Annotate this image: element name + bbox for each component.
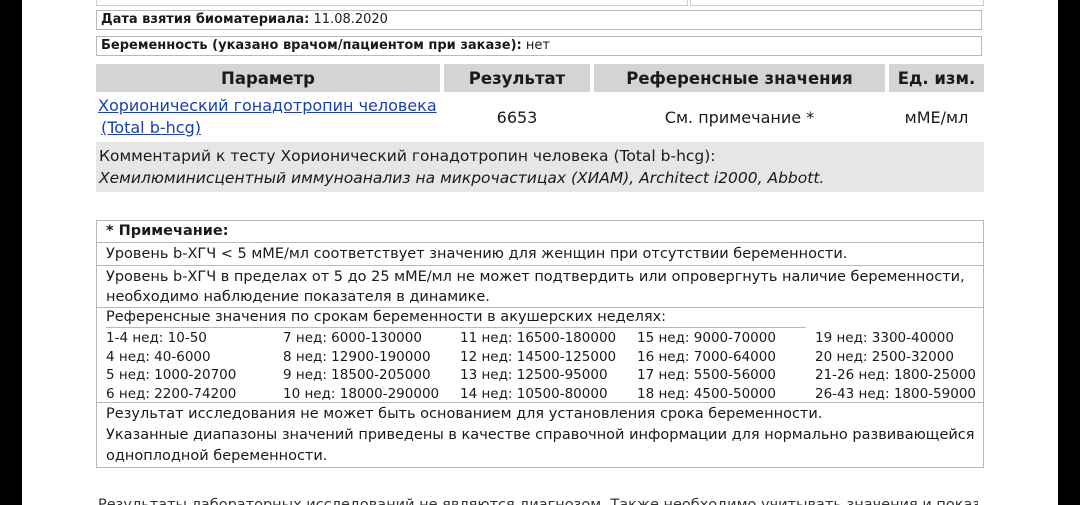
sample-date-label: Дата взятия биоматериала: bbox=[101, 12, 310, 27]
top-cell-stub bbox=[690, 0, 984, 6]
week-range: 11 нед: 16500-180000 bbox=[460, 330, 617, 346]
weeks-reference-block: Референсные значения по срокам беременно… bbox=[97, 308, 983, 403]
sample-date-value: 11.08.2020 bbox=[313, 12, 388, 27]
note-footer: Результат исследования не может быть осн… bbox=[97, 403, 983, 467]
week-range: 17 нед: 5500-56000 bbox=[637, 367, 776, 383]
week-range: 20 нед: 2500-32000 bbox=[815, 348, 954, 365]
week-range: 6 нед: 2200-74200 bbox=[106, 385, 237, 402]
week-range: 21-26 нед: 1800-25000 bbox=[815, 367, 976, 383]
note-box: * Примечание: Уровень b-ХГЧ < 5 мМЕ/мл с… bbox=[96, 220, 984, 468]
note-line-2b: необходимо наблюдение показателя в динам… bbox=[106, 289, 490, 305]
results-header-row: Параметр Результат Референсные значения … bbox=[96, 64, 984, 92]
test-comment: Комментарий к тесту Хорионический гонадо… bbox=[96, 142, 984, 192]
note-line-2a: Уровень b-ХГЧ в пределах от 5 до 25 мМЕ/… bbox=[106, 269, 965, 285]
cutoff-text-line: Результаты лабораторных исследований не … bbox=[98, 497, 978, 505]
note-line-1: Уровень b-ХГЧ < 5 мМЕ/мл соответствует з… bbox=[97, 243, 983, 266]
pregnancy-label: Беременность (указано врачом/пациентом п… bbox=[101, 38, 522, 53]
week-range: 13 нед: 12500-95000 bbox=[460, 367, 608, 383]
week-range: 19 нед: 3300-40000 bbox=[815, 330, 954, 346]
week-range: 7 нед: 6000-130000 bbox=[283, 330, 422, 346]
week-range: 4 нед: 40-6000 bbox=[106, 348, 211, 365]
sample-date-row: Дата взятия биоматериала: 11.08.2020 bbox=[96, 10, 982, 30]
week-range: 15 нед: 9000-70000 bbox=[637, 330, 776, 346]
week-range: 16 нед: 7000-64000 bbox=[637, 348, 776, 365]
unit-value: мМЕ/мл bbox=[904, 108, 969, 127]
week-range: 18 нед: 4500-50000 bbox=[637, 385, 776, 402]
week-range: 26-43 нед: 1800-59000 bbox=[815, 385, 976, 402]
weeks-grid: 1-4 нед: 10-50 7 нед: 6000-130000 11 нед… bbox=[106, 329, 983, 403]
reference-value: См. примечание * bbox=[664, 108, 815, 127]
test-name-line2: (Total b-hcg) bbox=[101, 118, 201, 137]
note-foot-2: Указанные диапазоны значений приведены в… bbox=[106, 427, 975, 443]
right-edge-bar bbox=[1058, 0, 1080, 505]
week-range: 8 нед: 12900-190000 bbox=[283, 348, 431, 365]
parameter-cell: Хорионический гонадотропин человека (Tot… bbox=[96, 93, 440, 142]
header-parameter: Параметр bbox=[96, 64, 440, 92]
week-range: 5 нед: 1000-20700 bbox=[106, 367, 237, 383]
header-unit: Ед. изм. bbox=[889, 64, 984, 92]
cutoff-text: Результаты лабораторных исследований не … bbox=[98, 497, 978, 505]
note-foot-3: одноплодной беременности. bbox=[106, 448, 328, 464]
week-range: 1-4 нед: 10-50 bbox=[106, 330, 207, 346]
pregnancy-row: Беременность (указано врачом/пациентом п… bbox=[96, 36, 982, 56]
table-row: Хорионический гонадотропин человека (Tot… bbox=[96, 93, 984, 142]
weeks-heading: Референсные значения по срокам беременно… bbox=[106, 308, 806, 328]
note-line-2: Уровень b-ХГЧ в пределах от 5 до 25 мМЕ/… bbox=[97, 266, 983, 308]
test-name-line1: Хорионический гонадотропин человека bbox=[98, 96, 437, 115]
comment-title: Комментарий к тесту Хорионический гонадо… bbox=[99, 147, 716, 165]
header-reference: Референсные значения bbox=[594, 64, 885, 92]
note-foot-1: Результат исследования не может быть осн… bbox=[106, 406, 823, 422]
week-range: 14 нед: 10500-80000 bbox=[460, 385, 608, 402]
left-edge-bar bbox=[0, 0, 22, 505]
week-range: 9 нед: 18500-205000 bbox=[283, 367, 431, 383]
week-range: 12 нед: 14500-125000 bbox=[460, 348, 617, 365]
note-title: * Примечание: bbox=[97, 221, 983, 243]
top-cell-stub bbox=[96, 0, 688, 6]
test-name-link[interactable]: Хорионический гонадотропин человека (Tot… bbox=[98, 95, 437, 139]
pregnancy-value: нет bbox=[525, 38, 550, 53]
header-result: Результат bbox=[444, 64, 590, 92]
comment-method: Хемилюминисцентный иммуноанализ на микро… bbox=[99, 169, 825, 187]
results-table: Параметр Результат Референсные значения … bbox=[96, 64, 984, 192]
week-range: 10 нед: 18000-290000 bbox=[283, 385, 440, 402]
result-value: 6653 bbox=[496, 108, 538, 127]
